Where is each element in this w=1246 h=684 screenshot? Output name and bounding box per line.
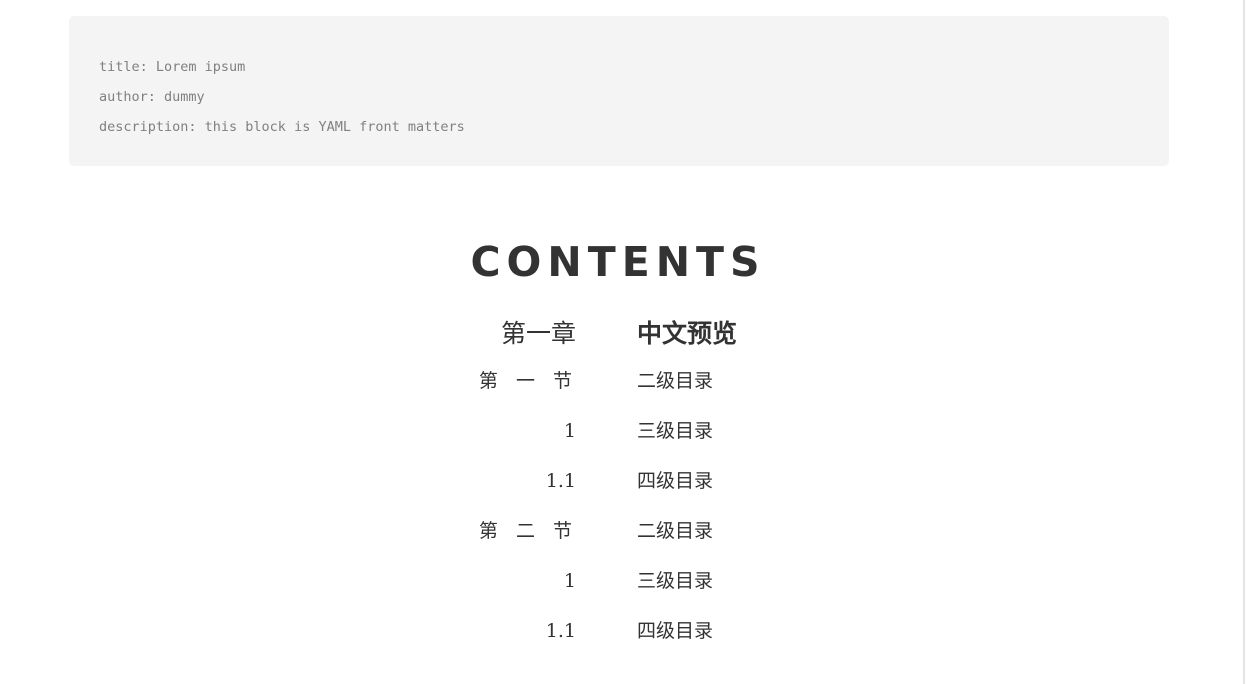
- toc-entry-section-2[interactable]: 第 二 节 二级目录: [479, 460, 800, 542]
- toc-entry-number: 1.1: [545, 620, 576, 642]
- front-matter-author-line: author: dummy: [99, 89, 205, 105]
- toc-entry-subsection-2[interactable]: 1 三级目录: [480, 510, 800, 592]
- toc-entry-subsection-1[interactable]: 1 三级目录: [480, 360, 800, 442]
- front-matter-description-line: description: this block is YAML front ma…: [99, 119, 465, 135]
- toc-entry-subsubsection-2[interactable]: 1.1 四级目录: [480, 560, 800, 642]
- contents-heading: CONTENTS: [470, 238, 766, 286]
- front-matter-title-line: title: Lorem ipsum: [99, 59, 246, 75]
- toc-entry-text: 四级目录: [637, 620, 714, 642]
- yaml-front-matter-block: title: Lorem ipsum author: dummy descrip…: [69, 16, 1169, 166]
- toc-entry-subsubsection-1[interactable]: 1.1 四级目录: [480, 410, 800, 492]
- toc-entry-section-1[interactable]: 第 一 节 二级目录: [479, 310, 800, 392]
- page-right-edge: [1243, 0, 1245, 684]
